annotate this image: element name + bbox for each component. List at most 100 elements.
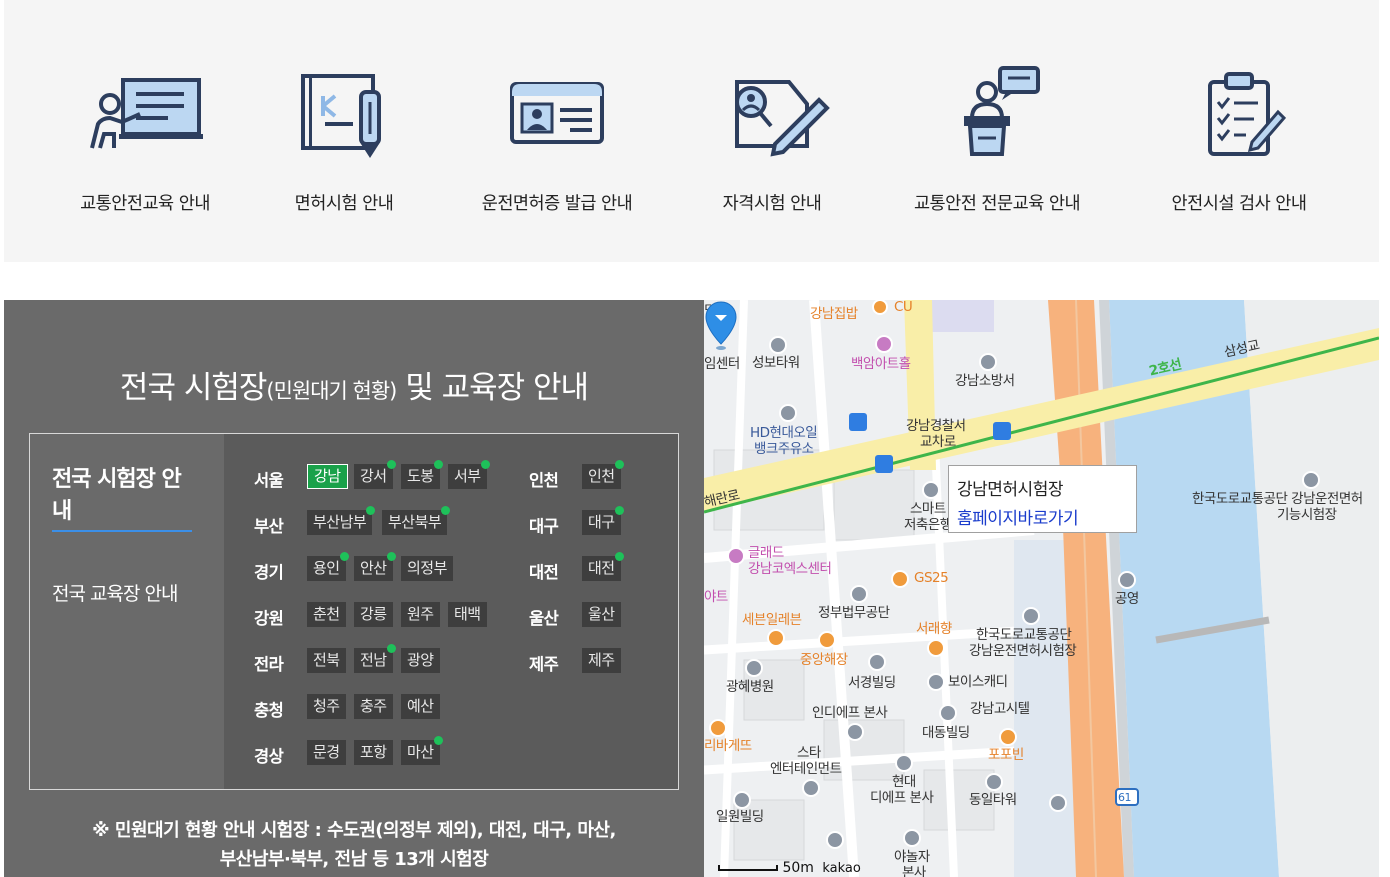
map-label: 강남집밥 <box>810 306 858 322</box>
test-center-도봉[interactable]: 도봉 <box>401 460 443 489</box>
license-book-pen-icon <box>301 74 381 158</box>
test-center-label: 용인 <box>313 559 340 577</box>
road-number-61: 61 <box>1118 791 1132 804</box>
map-label: 현대 <box>892 774 916 790</box>
test-center-label: 춘천 <box>313 605 340 623</box>
test-center-panel: 전국 시험장(민원대기 현황) 및 교육장 안내 전국 시험장 안내 전국 교육… <box>4 300 704 877</box>
map-label: 세븐일레븐 <box>742 612 802 628</box>
map-label: GS25 <box>914 570 949 586</box>
wait-status-note: ※ 민원대기 현황 안내 시험장 : 수도권(의정부 제외), 대전, 대구, … <box>4 816 704 874</box>
region-label: 강원 <box>254 609 284 628</box>
wait-status-dot-icon <box>386 552 396 561</box>
service-license-exam[interactable]: 면허시험 안내 <box>244 62 444 215</box>
map-label: 서래향 <box>916 621 952 637</box>
map-label: 중앙해장 <box>800 652 848 668</box>
test-center-label: 포항 <box>360 743 387 761</box>
test-center-인천[interactable]: 인천 <box>582 460 624 489</box>
map-label: HD현대오일 <box>750 425 818 441</box>
test-center-label: 제주 <box>588 651 615 669</box>
map-label: 저축은행 <box>904 517 952 533</box>
test-center-태백[interactable]: 태백 <box>448 602 487 627</box>
region-label: 경기 <box>254 563 284 582</box>
test-center-춘천[interactable]: 춘천 <box>307 602 346 627</box>
menu-test-centers[interactable]: 전국 시험장 안내 <box>52 464 192 532</box>
service-label: 면허시험 안내 <box>294 194 394 214</box>
service-traffic-safety-education[interactable]: 교통안전교육 안내 <box>45 62 245 215</box>
test-center-label: 태백 <box>454 605 481 623</box>
test-center-label: 충주 <box>360 697 387 715</box>
test-center-마산[interactable]: 마산 <box>401 736 443 765</box>
checklist-clipboard-icon <box>1208 72 1287 156</box>
map-label: 공영 <box>1115 591 1139 607</box>
lecturer-podium-icon <box>964 66 1040 156</box>
test-center-광양[interactable]: 광양 <box>401 648 440 673</box>
menu-test-centers-label: 전국 시험장 안내 <box>52 464 192 532</box>
region-label: 부산 <box>254 517 284 536</box>
map-label: 야놀자 <box>894 849 930 865</box>
test-center-label: 의정부 <box>407 559 447 577</box>
test-center-대구[interactable]: 대구 <box>582 506 624 535</box>
service-professional-education[interactable]: 교통안전 전문교육 안내 <box>897 62 1097 215</box>
map-label: 임센터 <box>704 356 740 372</box>
test-center-label: 광양 <box>407 651 434 669</box>
service-label: 안전시설 검사 안내 <box>1171 194 1307 214</box>
test-center-안산[interactable]: 안산 <box>354 552 396 581</box>
map-label: 디에프 본사 <box>870 790 934 806</box>
service-safety-facility-inspection[interactable]: 안전시설 검사 안내 <box>1139 62 1339 215</box>
test-center-제주[interactable]: 제주 <box>582 648 621 673</box>
test-center-전남[interactable]: 전남 <box>354 644 396 673</box>
wait-status-dot-icon <box>339 552 349 561</box>
map-canvas[interactable] <box>704 300 1379 877</box>
scale-text: 50m <box>782 860 814 876</box>
homepage-link[interactable]: 홈페이지바로가기 <box>957 504 1079 529</box>
map-label: 보이스캐디 <box>948 674 1008 690</box>
map-label: 강남경찰서 <box>906 418 966 434</box>
test-center-포항[interactable]: 포항 <box>354 740 393 765</box>
map-label: 백암아트홀 <box>851 356 911 372</box>
map-label: 포포빈 <box>988 747 1024 763</box>
wait-status-dot-icon <box>433 736 443 745</box>
center-selector-box: 전국 시험장 안내 전국 교육장 안내 서울 강남 강서 도봉 서부부산 부산남부 부산북부… <box>29 433 679 790</box>
map-label: 교차로 <box>920 434 956 450</box>
service-driver-license-issue[interactable]: 운전면허증 발급 안내 <box>457 62 657 215</box>
test-center-대전[interactable]: 대전 <box>582 552 624 581</box>
test-center-의정부[interactable]: 의정부 <box>401 556 453 581</box>
wait-status-dot-icon <box>480 460 490 469</box>
test-center-강서[interactable]: 강서 <box>354 460 396 489</box>
test-center-label: 강릉 <box>360 605 387 623</box>
map-label: 성보타워 <box>752 355 800 371</box>
test-center-원주[interactable]: 원주 <box>401 602 440 627</box>
test-center-청주[interactable]: 청주 <box>307 694 346 719</box>
test-center-서부[interactable]: 서부 <box>448 460 490 489</box>
location-map[interactable]: 강남집밥 CU 성보타워 백암아트홀 강남소방서 2호선 삼성교 HD현대오일 뱅크주유소 강남경… <box>704 300 1379 877</box>
menu-education-centers[interactable]: 전국 교육장 안내 <box>52 578 192 610</box>
region-label: 서울 <box>254 471 284 490</box>
test-center-문경[interactable]: 문경 <box>307 740 346 765</box>
test-center-강남[interactable]: 강남 <box>307 464 348 489</box>
test-center-label: 전북 <box>313 651 340 669</box>
test-center-부산북부[interactable]: 부산북부 <box>382 506 451 535</box>
service-label: 교통안전교육 안내 <box>80 194 210 214</box>
scale-bar-icon <box>718 865 778 871</box>
test-center-부산남부[interactable]: 부산남부 <box>307 506 376 535</box>
note-line-2: 부산남부·북부, 전남 등 13개 시험장 <box>219 849 489 870</box>
test-center-울산[interactable]: 울산 <box>582 602 621 627</box>
map-label: 스마트 <box>910 501 946 517</box>
region-label: 인천 <box>529 471 559 490</box>
region-center-list: 서울 강남 강서 도봉 서부부산 부산남부 부산북부경기 용인 안산 의정부강원 춘천 강릉 원주 태백전… <box>224 434 678 789</box>
test-center-용인[interactable]: 용인 <box>307 552 349 581</box>
test-center-label: 대전 <box>588 559 615 577</box>
region-label: 전라 <box>254 655 284 674</box>
map-info-window[interactable]: 강남면허시험장 홈페이지바로가기 <box>948 465 1137 533</box>
map-label: 강남소방서 <box>955 373 1015 389</box>
map-label: 서경빌딩 <box>848 675 896 691</box>
region-label: 울산 <box>529 609 559 628</box>
service-qualification-exam[interactable]: 자격시험 안내 <box>672 62 872 215</box>
test-center-충주[interactable]: 충주 <box>354 694 393 719</box>
map-label: 기능시험장 <box>1277 507 1337 523</box>
test-center-예산[interactable]: 예산 <box>401 694 440 719</box>
test-center-label: 안산 <box>360 559 387 577</box>
location-pin-icon[interactable] <box>704 300 738 352</box>
test-center-전북[interactable]: 전북 <box>307 648 346 673</box>
test-center-강릉[interactable]: 강릉 <box>354 602 393 627</box>
